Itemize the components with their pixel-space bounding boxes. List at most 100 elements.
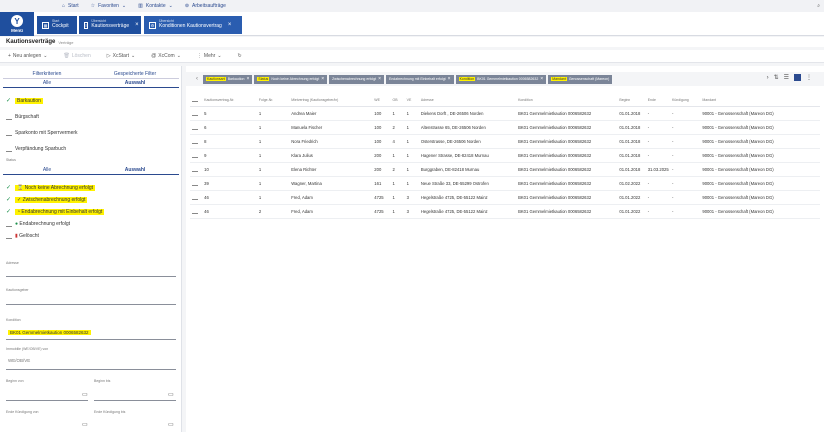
filter-endabrechnung[interactable]: ● Endabrechnung erfolgt bbox=[6, 220, 70, 228]
immobilie-input[interactable]: WE/OB/VE bbox=[8, 358, 30, 363]
table-cell: 1 bbox=[256, 120, 290, 135]
kondition-input[interactable]: BK01 Gemmelmietkaution 0006582632 bbox=[8, 330, 91, 335]
col-header[interactable]: WE bbox=[372, 94, 391, 107]
table-row[interactable]: 46 1 Fred, Adam 4725 1 3 Hegelstraße 4725, DE-… bbox=[190, 190, 820, 205]
row-checkbox[interactable] bbox=[190, 106, 203, 121]
row-checkbox[interactable] bbox=[190, 204, 203, 219]
toolbar: + Neu anlegen ⌄ 🗑 Löschen ▷ XcStart ⌄ @ XcCom ⌄… bbox=[0, 50, 824, 63]
trash-icon: ▮ bbox=[15, 233, 18, 239]
tab-gespeicherte-filter[interactable]: Gespeicherte Filter bbox=[91, 70, 179, 79]
filter-chip[interactable]: Mandant Genossenschaft (Mareon) bbox=[548, 74, 613, 84]
row-checkbox[interactable] bbox=[190, 148, 203, 163]
col-header[interactable]: Kautionsvertrag-Nr. bbox=[202, 94, 257, 107]
tab-kautionsvertraege[interactable]: ≡ Übersicht Kautionsverträge × bbox=[79, 16, 141, 34]
nav-start[interactable]: ⌂ Start bbox=[62, 3, 79, 9]
table-row[interactable]: 39 1 Wagner, Martina 161 1 1 Neue Straße 33, D… bbox=[190, 176, 820, 191]
table-cell: Andrea Maier bbox=[289, 106, 373, 121]
filter-chip[interactable]: Kondition BK01 Gemmelmietkaution 00065826… bbox=[455, 74, 547, 84]
segment-alle[interactable]: Alle bbox=[3, 166, 91, 175]
grid-view-icon[interactable] bbox=[794, 74, 801, 81]
col-header[interactable]: Beginn bbox=[617, 94, 646, 107]
xcstart-button[interactable]: ▷ XcStart ⌄ bbox=[107, 53, 135, 59]
col-header[interactable]: Kündigung bbox=[670, 94, 701, 107]
table-cell: 01.01.2022 bbox=[617, 204, 646, 219]
close-icon[interactable]: × bbox=[228, 22, 232, 28]
adresse-input[interactable] bbox=[6, 276, 176, 277]
close-icon[interactable]: × bbox=[321, 76, 324, 82]
filter-barkaution[interactable]: ✓ Barkaution bbox=[6, 97, 43, 105]
row-checkbox[interactable] bbox=[190, 176, 203, 191]
close-icon[interactable]: × bbox=[246, 76, 249, 82]
close-icon[interactable]: × bbox=[448, 76, 451, 82]
tab-cockpit[interactable]: ▦ Start Cockpit bbox=[37, 16, 77, 34]
filter-chip[interactable]: Status Noch keine Abrechnung erfolgt × bbox=[254, 74, 328, 84]
row-checkbox[interactable] bbox=[190, 190, 203, 205]
search-icon[interactable]: ⌕ bbox=[817, 3, 820, 9]
filter-chip[interactable]: Kautionsart Barkaution × bbox=[203, 74, 253, 84]
kondition-label: Kondition bbox=[6, 318, 21, 322]
row-checkbox[interactable] bbox=[190, 162, 203, 177]
beginn-bis-input[interactable] bbox=[94, 400, 176, 401]
nav-favoriten[interactable]: ☆ Favoriten ⌄ bbox=[91, 3, 127, 9]
beginn-von-input[interactable] bbox=[6, 400, 88, 401]
col-header[interactable]: VE bbox=[404, 94, 419, 107]
more-vertical-icon[interactable]: ⋮ bbox=[806, 74, 812, 81]
close-icon[interactable]: × bbox=[540, 76, 543, 82]
col-header[interactable]: Ende bbox=[645, 94, 671, 107]
col-header[interactable]: OB bbox=[390, 94, 405, 107]
more-button[interactable]: ⋮ Mehr ⌄ bbox=[197, 53, 222, 59]
col-header[interactable]: Mandant bbox=[700, 94, 820, 107]
sort-icon[interactable]: ⇅ bbox=[774, 74, 779, 81]
list-view-icon[interactable]: ☰ bbox=[784, 74, 789, 81]
filter-zwischenabrechnung[interactable]: ✓ ✓ Zwischenabrechnung erfolgt bbox=[6, 196, 88, 204]
table-row[interactable]: 8 1 Nora Friedrich 100 4 1 Osterstrasse, DE-26… bbox=[190, 134, 820, 149]
table-cell: 46 bbox=[202, 204, 257, 219]
select-all[interactable] bbox=[190, 94, 203, 107]
filter-sparkonto[interactable]: Sparkonto mit Sperrvermerk bbox=[6, 129, 78, 137]
calendar-icon[interactable]: ▭ bbox=[168, 421, 174, 428]
filter-geloescht[interactable]: ▮ Gelöscht bbox=[6, 232, 39, 240]
filter-buergschaft[interactable]: Bürgschaft bbox=[6, 113, 39, 121]
row-checkbox[interactable] bbox=[190, 134, 203, 149]
filter-chip[interactable]: Endabrechnung mit Einbehalt erfolgt × bbox=[386, 74, 454, 84]
col-header[interactable]: Kondition bbox=[516, 94, 618, 107]
chevron-left-icon[interactable]: ‹ bbox=[196, 76, 198, 82]
col-header[interactable]: Mietvertrag (Kautionsgeber/in) bbox=[289, 94, 373, 107]
tab-filterkriterien[interactable]: Filterkriterien bbox=[3, 70, 91, 79]
filter-endabrechnung-einbehalt[interactable]: ✓ ◔ Endabrechnung mit Einbehalt erfolgt bbox=[6, 208, 105, 216]
segment-auswahl[interactable]: Auswahl bbox=[91, 79, 179, 88]
row-checkbox[interactable] bbox=[190, 120, 203, 135]
chevron-right-icon[interactable]: › bbox=[767, 75, 769, 81]
kautionsgeber-input[interactable] bbox=[6, 304, 176, 305]
table-row[interactable]: 9 1 Klara Julius 200 1 1 Hagener Strasse, DE-8… bbox=[190, 148, 820, 163]
col-header[interactable]: Adresse bbox=[418, 94, 517, 107]
nav-arbeitsauftraege[interactable]: ⊚ Arbeitsaufträge bbox=[185, 3, 226, 9]
table-cell: 31.03.2025 bbox=[645, 162, 671, 177]
new-button[interactable]: + Neu anlegen ⌄ bbox=[8, 53, 47, 59]
close-icon[interactable]: × bbox=[135, 22, 139, 28]
xccom-button[interactable]: @ XcCom ⌄ bbox=[151, 53, 181, 59]
delete-button[interactable]: 🗑 Löschen bbox=[63, 53, 90, 59]
tab-konditionen[interactable]: ⚙ Übersicht Konditionen Kautionsvertrag × bbox=[144, 16, 242, 34]
calendar-icon[interactable]: ▭ bbox=[82, 421, 88, 428]
chevron-down-icon: ⌄ bbox=[131, 53, 136, 59]
table-row[interactable]: 5 1 Andrea Maier 100 1 1 Diekens Dorft , DE-26… bbox=[190, 106, 820, 121]
table-row[interactable]: 10 1 Elena Richter 200 2 1 Burggraben, DE-8241… bbox=[190, 162, 820, 177]
table-row[interactable]: 6 1 Manuela Fischer 100 2 1 Altenstrasse 65, D… bbox=[190, 120, 820, 135]
table-cell: - bbox=[670, 120, 701, 135]
calendar-icon[interactable]: ▭ bbox=[82, 391, 88, 398]
menu-button[interactable]: Y Menü bbox=[0, 12, 34, 36]
close-icon[interactable]: × bbox=[378, 76, 381, 82]
table-row[interactable]: 46 2 Fred, Adam 4725 1 3 Hegelstraße 4725, DE-… bbox=[190, 204, 820, 219]
table-cell: 46 bbox=[202, 190, 257, 205]
segment-alle[interactable]: Alle bbox=[3, 79, 91, 88]
filter-chip[interactable]: Zwischenabrechnung erfolgt × bbox=[329, 74, 385, 84]
col-header[interactable]: Folge-Nr. bbox=[256, 94, 290, 107]
filter-noch-keine-abrechnung[interactable]: ✓ ⌛ Noch keine Abrechnung erfolgt bbox=[6, 184, 96, 192]
segment-auswahl[interactable]: Auswahl bbox=[91, 166, 179, 175]
calendar-icon[interactable]: ▭ bbox=[168, 391, 174, 398]
nav-kontakte[interactable]: ▥ Kontakte ⌄ bbox=[138, 3, 173, 9]
table-cell: 1 bbox=[404, 148, 419, 163]
refresh-button[interactable]: ↻ bbox=[238, 53, 242, 59]
filter-verpfaendung[interactable]: Verpfändung Sparbuch bbox=[6, 145, 66, 153]
